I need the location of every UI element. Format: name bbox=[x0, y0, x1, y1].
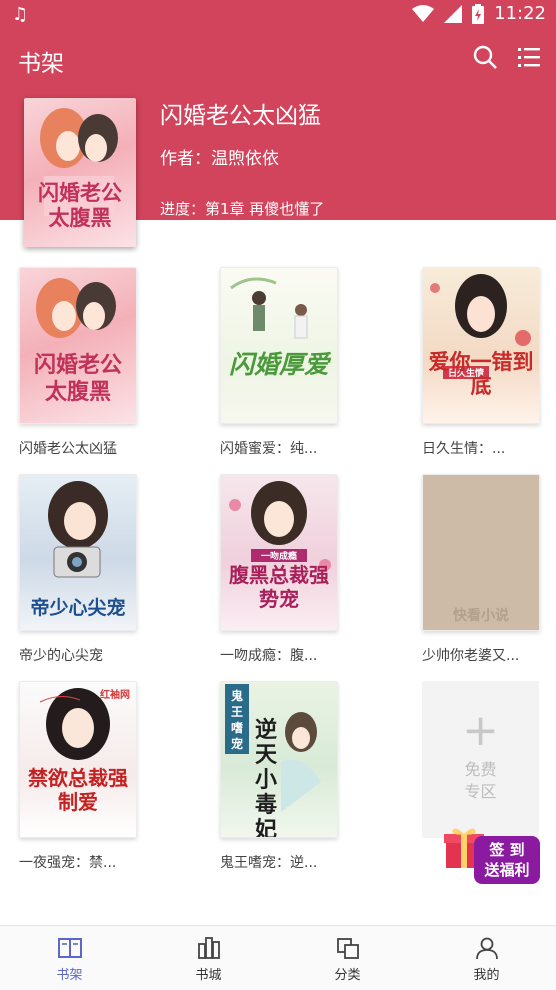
book-cover: 快看小说 bbox=[422, 474, 540, 631]
status-bar: ♫ 11:22 bbox=[0, 0, 556, 30]
cover-illustration bbox=[430, 274, 531, 346]
free-zone-line2: 专区 bbox=[464, 782, 497, 801]
hero-book-title[interactable]: 闪婚老公太凶猛 bbox=[160, 96, 321, 130]
cover-title: 帝少心尖宠 bbox=[30, 597, 126, 619]
music-note-icon: ♫ bbox=[12, 4, 29, 25]
cover-title: 腹黑总裁强势宠 bbox=[229, 563, 329, 611]
cover-title: 爱你一错到底 bbox=[428, 349, 534, 398]
book-cover: 帝少心尖宠 bbox=[19, 474, 137, 631]
book-title: 鬼王嗜宠：逆... bbox=[220, 855, 318, 871]
cover-title: 禁欲总裁强制爱 bbox=[28, 766, 128, 814]
hero-book-cover[interactable]: 闪婚老公太腹黑 bbox=[24, 98, 136, 247]
page-title: 书架 bbox=[18, 51, 64, 77]
bookstore-icon bbox=[197, 937, 220, 959]
book-item[interactable]: 闪婚老公太腹黑 闪婚老公太凶猛 bbox=[19, 267, 137, 458]
status-icons: 11:22 bbox=[412, 3, 546, 24]
cover-title: 闪婚厚爱 bbox=[228, 350, 329, 379]
hero-book-author: 作者：温煦依依 bbox=[160, 149, 279, 169]
book-cover: 闪婚厚爱 bbox=[220, 267, 338, 424]
battery-icon bbox=[472, 3, 485, 24]
signal-icon bbox=[444, 4, 463, 23]
cover-subtitle: 红袖网 bbox=[100, 690, 130, 701]
book-cover: 闪婚老公太腹黑 bbox=[19, 267, 137, 424]
wifi-icon bbox=[412, 4, 435, 22]
clock: 11:22 bbox=[494, 3, 546, 24]
nav-bookstore[interactable]: 书城 bbox=[139, 926, 278, 990]
cover-title: 快看小说 bbox=[453, 608, 509, 624]
book-title: 闪婚老公太凶猛 bbox=[19, 441, 117, 457]
book-title: 帝少的心尖宠 bbox=[19, 648, 103, 664]
book-cover: 鬼王嗜宠 逆天小毒妃 bbox=[220, 681, 338, 838]
cover-subtitle: 一吻成瘾 bbox=[251, 549, 307, 562]
book-title: 日久生情：... bbox=[422, 441, 506, 457]
book-cover: 红袖网 禁欲总裁强制爱 bbox=[19, 681, 137, 838]
book-item[interactable]: 帝少心尖宠 帝少的心尖宠 bbox=[19, 474, 137, 665]
book-item[interactable]: 快看小说 少帅你老婆又... bbox=[422, 474, 540, 665]
nav-label: 分类 bbox=[334, 968, 361, 983]
cover-subtitle: 鬼王嗜宠 bbox=[230, 689, 243, 751]
nav-bookshelf[interactable]: 书架 bbox=[0, 926, 139, 990]
hero-reading-progress: 进度：第1章 再傻也懂了 bbox=[160, 200, 325, 218]
nav-category[interactable]: 分类 bbox=[278, 926, 417, 990]
book-title: 一吻成瘾：腹... bbox=[220, 648, 318, 664]
book-title: 一夜强宠：禁... bbox=[19, 855, 117, 871]
free-zone-line1: 免费 bbox=[464, 760, 497, 779]
cover-title: 逆天小毒妃 bbox=[254, 717, 277, 838]
book-item[interactable]: 闪婚厚爱 闪婚蜜爱：纯... bbox=[220, 267, 338, 458]
gift-line2: 送福利 bbox=[484, 861, 530, 879]
sign-in-gift-banner[interactable]: 签 到 送福利 bbox=[440, 818, 546, 890]
book-title: 闪婚蜜爱：纯... bbox=[220, 441, 318, 457]
book-cover: 日久生情 爱你一错到底 bbox=[422, 267, 540, 424]
book-item[interactable]: 鬼王嗜宠 逆天小毒妃 鬼王嗜宠：逆... bbox=[220, 681, 338, 872]
free-zone-tile[interactable]: + 免费 专区 bbox=[422, 681, 539, 838]
book-item[interactable]: 一吻成瘾 腹黑总裁强势宠 一吻成瘾：腹... bbox=[220, 474, 338, 665]
nav-label: 书城 bbox=[195, 968, 222, 983]
nav-label: 书架 bbox=[56, 968, 83, 983]
book-item[interactable]: 红袖网 禁欲总裁强制爱 一夜强宠：禁... bbox=[19, 681, 137, 872]
free-zone-label: 免费 专区 bbox=[422, 759, 539, 803]
plus-icon: + bbox=[462, 705, 499, 756]
cover-title: 闪婚老公太腹黑 bbox=[33, 352, 122, 405]
nav-label: 我的 bbox=[473, 968, 500, 983]
cover-illustration bbox=[230, 277, 308, 339]
book-title: 少帅你老婆又... bbox=[422, 648, 520, 664]
category-icon bbox=[336, 938, 359, 959]
search-icon[interactable] bbox=[470, 42, 500, 72]
profile-icon bbox=[475, 937, 498, 960]
gift-text: 签 到 送福利 bbox=[474, 836, 540, 884]
hero-cover-title: 闪婚老公太腹黑 bbox=[38, 180, 122, 230]
book-item[interactable]: 日久生情 爱你一错到底 日久生情：... bbox=[422, 267, 540, 458]
gift-line1: 签 到 bbox=[489, 841, 525, 859]
bookshelf-icon bbox=[57, 938, 82, 958]
nav-profile[interactable]: 我的 bbox=[417, 926, 556, 990]
header: 书架 闪婚老公太腹黑 闪婚老公太凶猛 作者：温煦依依 进度：第1章 再傻也懂了 bbox=[0, 30, 556, 247]
bottom-nav: 书架 书城 分类 我的 bbox=[0, 925, 556, 990]
book-cover: 一吻成瘾 腹黑总裁强势宠 bbox=[220, 474, 338, 631]
menu-list-icon[interactable] bbox=[514, 42, 544, 72]
